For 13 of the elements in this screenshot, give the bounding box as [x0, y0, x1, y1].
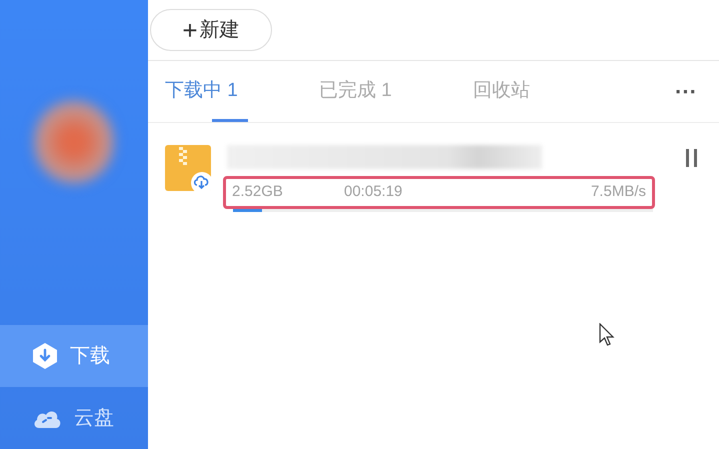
tab[interactable]: 下载中 1	[165, 61, 319, 122]
time-remaining: 00:05:19	[344, 182, 402, 202]
more-icon[interactable]: ···	[675, 80, 697, 102]
file-size: 2.52GB	[232, 182, 284, 202]
tab[interactable]: 回收站	[473, 61, 627, 122]
sidebar-item[interactable]: 下载	[0, 325, 148, 387]
new-button[interactable]: +新建	[150, 9, 272, 51]
download-icon	[32, 342, 58, 370]
tab[interactable]: 已完成 1	[319, 61, 473, 122]
download-speed: 7.5MB/s	[590, 182, 646, 202]
sidebar-item[interactable]: 云盘	[0, 387, 148, 449]
pause-icon[interactable]	[685, 149, 699, 167]
mouse-cursor-icon	[599, 323, 615, 347]
